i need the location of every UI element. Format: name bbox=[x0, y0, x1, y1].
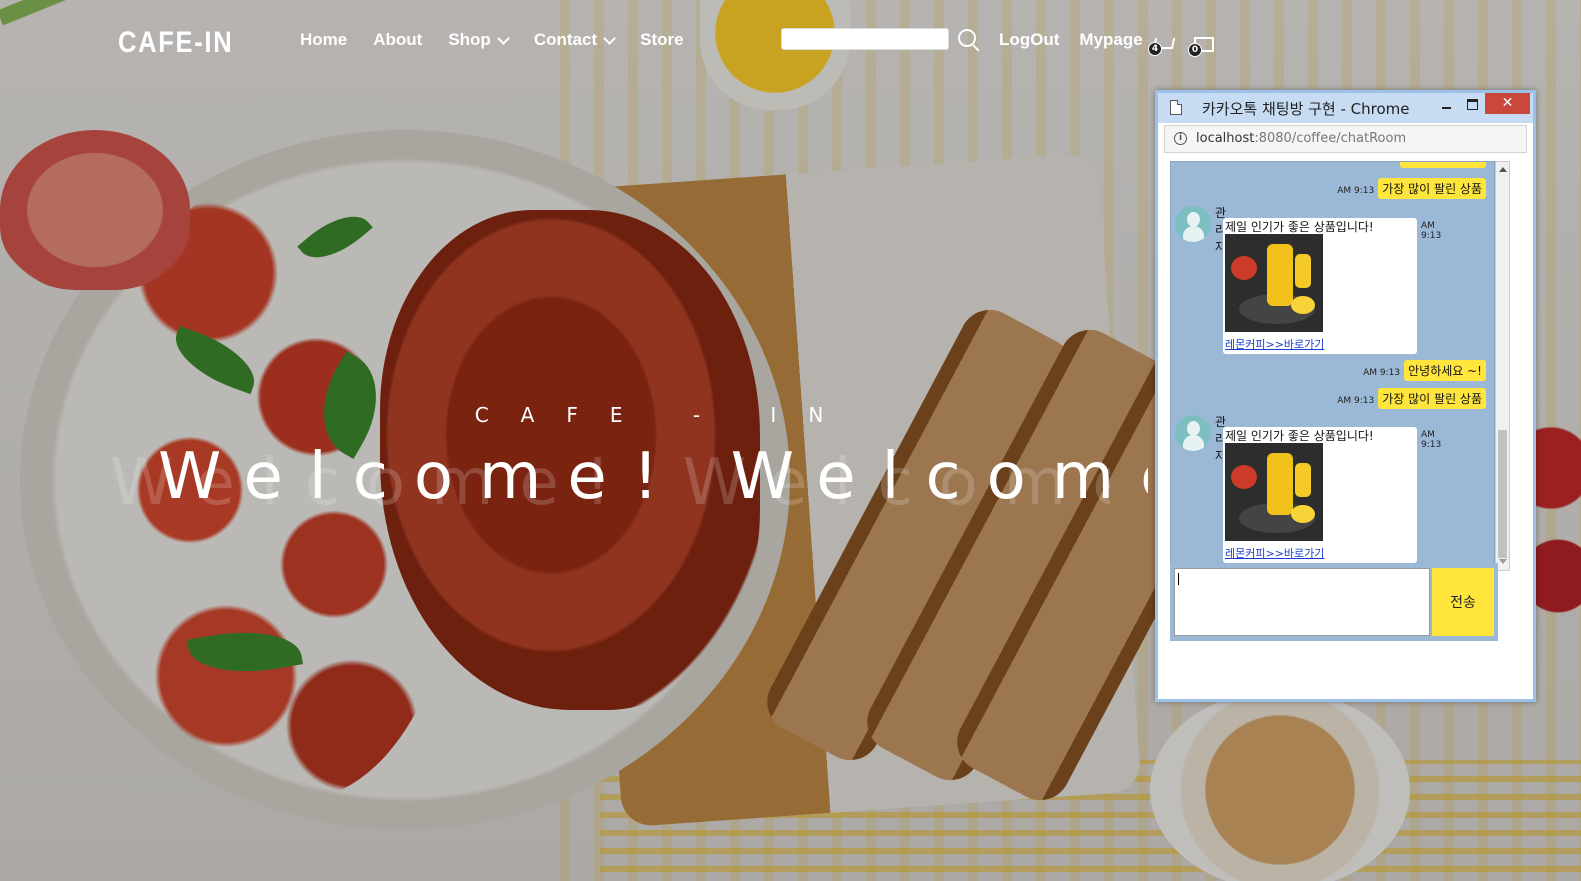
url-host: localhost bbox=[1196, 131, 1255, 146]
hero-subtitle: CAFE - IN bbox=[474, 403, 856, 427]
info-icon[interactable]: i bbox=[1174, 132, 1187, 145]
minimize-button[interactable] bbox=[1442, 107, 1451, 109]
chat-message-right: AM 9:13 안녕하세요 ~! bbox=[1363, 360, 1486, 381]
message-time: AM 9:13 bbox=[1363, 368, 1401, 378]
product-link[interactable]: 레몬커피>>바로가기 bbox=[1225, 336, 1324, 352]
chevron-down-icon bbox=[603, 31, 616, 45]
image-bottle-small bbox=[1295, 254, 1311, 288]
cut-off-bubble bbox=[1400, 162, 1486, 168]
message-time: AM 9:13 bbox=[1337, 396, 1375, 406]
product-image[interactable] bbox=[1225, 234, 1323, 332]
image-bottle-small bbox=[1295, 463, 1311, 497]
avatar-body-shape bbox=[1183, 435, 1204, 451]
search-icon[interactable] bbox=[958, 29, 976, 47]
user-links: LogOut Mypage bbox=[999, 30, 1143, 50]
scroll-down-arrow-icon[interactable] bbox=[1499, 559, 1507, 564]
avatar-body-shape bbox=[1183, 226, 1204, 242]
text-caret bbox=[1178, 573, 1179, 585]
scroll-thumb[interactable] bbox=[1498, 430, 1507, 558]
image-lemon bbox=[1291, 296, 1315, 314]
avatar-head-shape bbox=[1187, 421, 1200, 436]
cart-icon[interactable]: 4 bbox=[1148, 36, 1176, 56]
nav-home[interactable]: Home bbox=[300, 30, 347, 50]
product-image[interactable] bbox=[1225, 443, 1323, 541]
chat-message-area[interactable]: AM 9:13 가장 많이 팔린 상품 관리자 제일 인기가 좋은 상품입니다!… bbox=[1170, 161, 1495, 571]
logout-link[interactable]: LogOut bbox=[999, 30, 1059, 50]
message-card: 제일 인기가 좋은 상품입니다! 레몬커피>>바로가기 bbox=[1223, 218, 1417, 354]
search-input[interactable] bbox=[781, 28, 949, 50]
nav-contact[interactable]: Contact bbox=[533, 30, 616, 50]
nav-shop[interactable]: Shop bbox=[448, 30, 510, 50]
image-bottle bbox=[1267, 244, 1293, 306]
avatar-head-shape bbox=[1187, 212, 1200, 227]
message-text: 제일 인기가 좋은 상품입니다! bbox=[1225, 429, 1374, 443]
page-icon bbox=[1170, 100, 1182, 115]
message-bubble: 가장 많이 팔린 상품 bbox=[1378, 178, 1486, 199]
chat-message-right: AM 9:13 가장 많이 팔린 상품 bbox=[1337, 178, 1486, 199]
message-card: 제일 인기가 좋은 상품입니다! 레몬커피>>바로가기 bbox=[1223, 427, 1417, 563]
send-button[interactable]: 전송 bbox=[1432, 568, 1494, 636]
nav-store-label: Store bbox=[640, 30, 684, 49]
window-title: 카카오톡 채팅방 구현 - Chrome bbox=[1202, 100, 1410, 118]
chat-popup-window: 카카오톡 채팅방 구현 - Chrome ✕ i localhost:8080/… bbox=[1155, 90, 1536, 702]
image-apple bbox=[1231, 256, 1257, 280]
nav-home-label: Home bbox=[300, 30, 348, 49]
message-text: 제일 인기가 좋은 상품입니다! bbox=[1225, 220, 1374, 234]
url-text: localhost:8080/coffee/chatRoom bbox=[1196, 131, 1406, 146]
chat-scrollbar[interactable] bbox=[1495, 161, 1510, 571]
nav-about-label: About bbox=[373, 30, 423, 49]
maximize-button[interactable] bbox=[1467, 99, 1478, 110]
nav-shop-label: Shop bbox=[448, 30, 491, 49]
image-lemon bbox=[1291, 505, 1315, 523]
message-time: AM 9:13 bbox=[1421, 221, 1442, 241]
close-button[interactable]: ✕ bbox=[1485, 93, 1530, 114]
nav-contact-label: Contact bbox=[533, 30, 598, 49]
top-navbar: CAFE-IN Home About Shop Contact Store Lo… bbox=[0, 0, 1581, 80]
message-time: AM 9:13 bbox=[1337, 186, 1375, 196]
message-bubble: 안녕하세요 ~! bbox=[1404, 360, 1486, 381]
message-count-badge: 0 bbox=[1188, 43, 1202, 57]
site-logo[interactable]: CAFE-IN bbox=[118, 26, 233, 60]
scroll-up-arrow-icon[interactable] bbox=[1499, 167, 1507, 172]
nav-store[interactable]: Store bbox=[640, 30, 683, 50]
message-time: AM 9:13 bbox=[1421, 430, 1442, 450]
avatar bbox=[1175, 206, 1211, 242]
main-menu: Home About Shop Contact Store bbox=[300, 30, 684, 50]
avatar bbox=[1175, 415, 1211, 451]
address-bar[interactable]: i localhost:8080/coffee/chatRoom bbox=[1164, 125, 1527, 153]
message-input[interactable] bbox=[1174, 568, 1430, 636]
image-apple bbox=[1231, 465, 1257, 489]
url-path: :8080/coffee/chatRoom bbox=[1254, 131, 1407, 146]
hero-title: Welcome! Welcome bbox=[158, 440, 1148, 514]
product-link[interactable]: 레몬커피>>바로가기 bbox=[1225, 545, 1324, 561]
nav-about[interactable]: About bbox=[373, 30, 422, 50]
mypage-link[interactable]: Mypage bbox=[1079, 30, 1142, 50]
window-titlebar[interactable]: 카카오톡 채팅방 구현 - Chrome ✕ bbox=[1158, 93, 1533, 123]
chat-message-right: AM 9:13 가장 많이 팔린 상품 bbox=[1337, 388, 1486, 409]
cart-count-badge: 4 bbox=[1148, 42, 1162, 56]
chevron-down-icon bbox=[496, 31, 510, 45]
message-bubble: 가장 많이 팔린 상품 bbox=[1378, 388, 1486, 409]
image-bottle bbox=[1267, 453, 1293, 515]
mail-icon[interactable]: 0 bbox=[1188, 37, 1214, 57]
